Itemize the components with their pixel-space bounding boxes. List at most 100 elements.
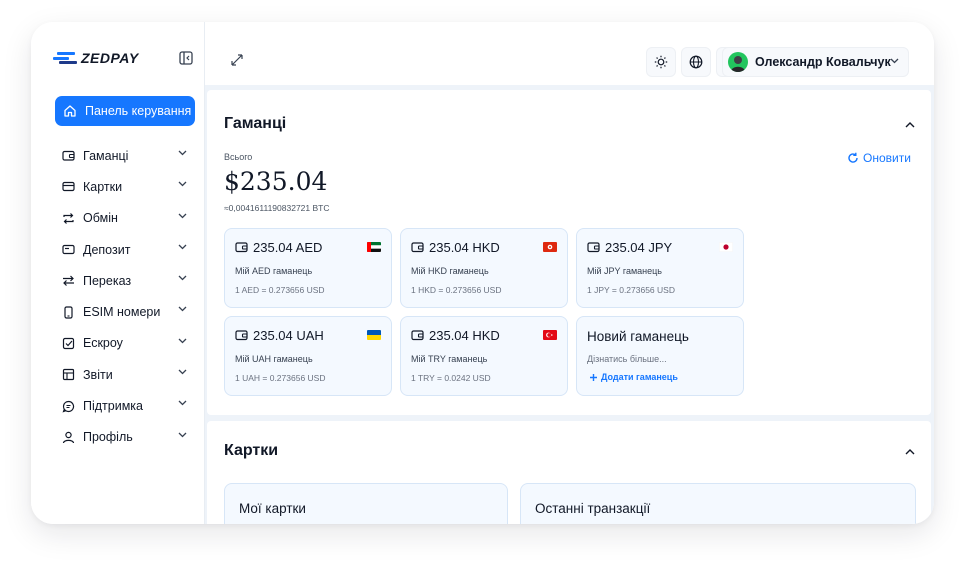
chevron-down-icon xyxy=(178,150,187,156)
main-content: Гаманці Всього $235.04 ≈0,00416111908327… xyxy=(205,88,934,524)
wallet-icon xyxy=(235,242,248,253)
wallet-amount: 235.04 JPY xyxy=(605,240,673,255)
learn-more-link[interactable]: Дізнатись більше... xyxy=(587,354,667,364)
wallet-card-uah[interactable]: 235.04 UAH Мій UAH гаманець 1 UAH = 0.27… xyxy=(224,316,392,396)
ukraine-flag-icon xyxy=(367,330,381,340)
sidebar-item-wallets[interactable]: Гаманці xyxy=(55,140,195,171)
new-wallet-title: Новий гаманець xyxy=(587,329,689,344)
reports-icon xyxy=(62,369,75,381)
chevron-down-icon xyxy=(178,181,187,187)
wallet-amount: 235.04 HKD xyxy=(429,328,500,343)
wallet-icon xyxy=(411,242,424,253)
wallet-rate: 1 HKD = 0.273656 USD xyxy=(411,285,502,295)
wallet-name: Мій TRY гаманець xyxy=(411,354,488,364)
chevron-down-icon xyxy=(178,244,187,250)
chevron-down-icon xyxy=(178,369,187,375)
sidebar-item-label: Гаманці xyxy=(83,148,129,163)
wallet-card-try[interactable]: 235.04 HKD Мій TRY гаманець 1 TRY = 0.02… xyxy=(400,316,568,396)
wallets-panel: Гаманці Всього $235.04 ≈0,00416111908327… xyxy=(207,90,931,415)
plus-icon xyxy=(590,373,597,381)
wallet-icon xyxy=(587,242,600,253)
user-menu-button[interactable]: Олександр Ковальчук xyxy=(722,47,909,77)
wallet-card-jpy[interactable]: 235.04 JPY Мій JPY гаманець 1 JPY = 0.27… xyxy=(576,228,744,308)
chevron-down-icon xyxy=(178,275,187,281)
wallet-rate: 1 AED = 0.273656 USD xyxy=(235,285,325,295)
turkey-flag-icon xyxy=(543,330,557,340)
home-icon xyxy=(64,105,76,117)
brand-name: ZEDPAY xyxy=(81,50,139,66)
deposit-icon xyxy=(62,244,75,255)
sidebar-item-label: Депозит xyxy=(83,242,131,257)
sidebar: ZEDPAY Панель керування Гаманці Картки О… xyxy=(31,22,205,524)
wallet-name: Мій AED гаманець xyxy=(235,266,313,276)
japan-flag-icon xyxy=(719,242,733,252)
dashboard-button[interactable]: Панель керування xyxy=(55,96,195,126)
chevron-down-icon xyxy=(178,432,187,438)
total-btc: ≈0,004161119083272​1 BTC xyxy=(224,203,330,213)
profile-icon xyxy=(62,431,75,444)
app-window: ZEDPAY Панель керування Гаманці Картки О… xyxy=(31,22,934,524)
top-header: Олександр Ковальчук xyxy=(205,22,934,88)
hong-kong-flag-icon xyxy=(543,242,557,252)
total-balance: $235.04 xyxy=(224,167,328,196)
wallets-title: Гаманці xyxy=(224,115,287,132)
sidebar-item-transfer[interactable]: Переказ xyxy=(55,265,195,296)
sidebar-item-deposit[interactable]: Депозит xyxy=(55,234,195,265)
wallet-card-hkd[interactable]: 235.04 HKD Мій HKD гаманець 1 HKD = 0.27… xyxy=(400,228,568,308)
globe-icon xyxy=(689,55,703,69)
chevron-down-icon xyxy=(178,338,187,344)
sidebar-nav: Гаманці Картки Обмін Депозит Переказ ESI… xyxy=(55,140,195,453)
sun-icon xyxy=(654,55,668,69)
recent-transactions-card: Останні транзакції xyxy=(520,483,916,524)
wallet-name: Мій JPY гаманець xyxy=(587,266,662,276)
refresh-label: Оновити xyxy=(863,151,911,165)
sidebar-collapse-icon[interactable] xyxy=(179,51,193,65)
wallet-name: Мій HKD гаманець xyxy=(411,266,489,276)
sidebar-item-support[interactable]: Підтримка xyxy=(55,390,195,421)
wallet-rate: 1 TRY = 0.0242 USD xyxy=(411,373,491,383)
sidebar-item-escrow[interactable]: Ескроу xyxy=(55,328,195,359)
my-cards-card: Мої картки xyxy=(224,483,508,524)
sidebar-item-label: Переказ xyxy=(83,273,132,288)
refresh-button[interactable]: Оновити xyxy=(847,151,911,165)
transfer-icon xyxy=(63,275,74,287)
sidebar-item-label: Підтримка xyxy=(83,399,144,414)
cards-panel: Картки Мої картки Останні транзакції xyxy=(207,421,931,524)
chevron-down-icon xyxy=(890,58,899,64)
add-wallet-label: Додати гаманець xyxy=(601,372,678,382)
exchange-icon xyxy=(63,212,74,224)
wallet-icon xyxy=(411,330,424,341)
wallet-icon xyxy=(235,330,248,341)
wallet-name: Мій UAH гаманець xyxy=(235,354,313,364)
chevron-up-icon[interactable] xyxy=(905,447,915,457)
sidebar-item-label: Ескроу xyxy=(83,336,123,351)
escrow-icon xyxy=(62,337,75,350)
add-wallet-button[interactable]: Додати гаманець xyxy=(589,372,678,382)
avatar xyxy=(728,52,748,72)
sidebar-item-reports[interactable]: Звіти xyxy=(55,359,195,390)
expand-icon[interactable] xyxy=(231,54,243,66)
wallet-card-aed[interactable]: 235.04 AED Мій AED гаманець 1 AED = 0.27… xyxy=(224,228,392,308)
sidebar-item-label: Профіль xyxy=(83,430,133,445)
wallet-rate: 1 JPY = 0.273656 USD xyxy=(587,285,675,295)
logo: ZEDPAY xyxy=(53,50,139,66)
dashboard-label: Панель керування xyxy=(85,104,192,118)
language-button[interactable] xyxy=(681,47,711,77)
refresh-icon xyxy=(848,152,858,163)
wallet-amount: 235.04 HKD xyxy=(429,240,500,255)
user-name: Олександр Ковальчук xyxy=(755,55,891,69)
sidebar-item-label: Картки xyxy=(83,179,123,194)
my-cards-title: Мої картки xyxy=(239,501,306,516)
sidebar-item-label: Звіти xyxy=(83,367,113,382)
theme-toggle-button[interactable] xyxy=(646,47,676,77)
chevron-down-icon xyxy=(178,400,187,406)
sidebar-item-exchange[interactable]: Обмін xyxy=(55,203,195,234)
sidebar-item-cards[interactable]: Картки xyxy=(55,171,195,202)
uae-flag-icon xyxy=(367,242,381,252)
sidebar-item-esim[interactable]: ESIM номери xyxy=(55,296,195,327)
chevron-up-icon[interactable] xyxy=(905,120,915,130)
new-wallet-card[interactable]: Новий гаманець Дізнатись більше... Додат… xyxy=(576,316,744,396)
wallet-rate: 1 UAH = 0.273656 USD xyxy=(235,373,326,383)
wallet-amount: 235.04 UAH xyxy=(253,328,324,343)
sidebar-item-profile[interactable]: Профіль xyxy=(55,422,195,453)
